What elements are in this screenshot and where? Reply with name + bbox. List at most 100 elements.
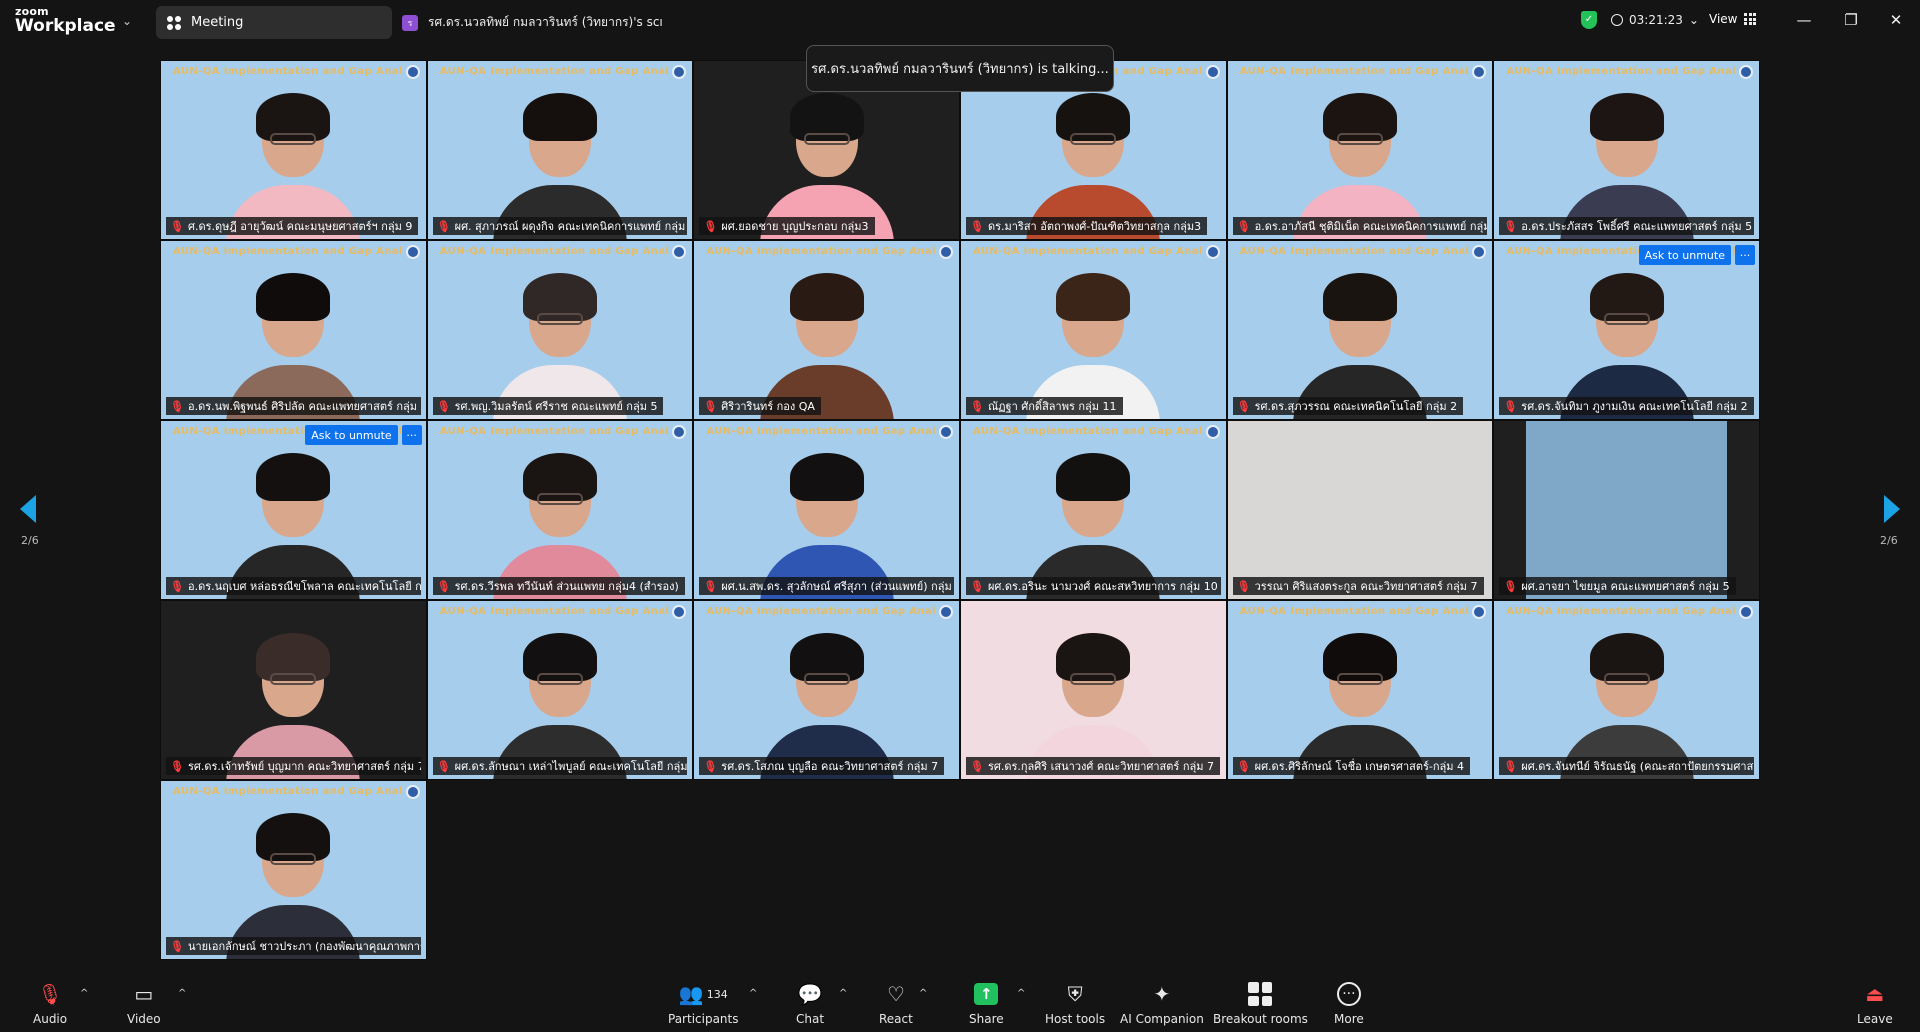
participant-name: รศ.ดร.สุภวรรณ คณะเทคนิคโนโลยี กลุ่ม 2	[1254, 400, 1458, 413]
audio-options-caret-icon[interactable]: ^	[80, 988, 88, 999]
tab-shared-screen[interactable]: ร รศ.ดร.นวลทิพย์ กมลวารินทร์ (วิทยากร)'s…	[402, 6, 663, 39]
participant-video-tile[interactable]: AUN-QA Implementation and Gap Analysis 🎙…	[693, 420, 960, 600]
muted-mic-icon: 🎙	[969, 399, 984, 413]
participant-video-tile[interactable]: 🎙 วรรณา ศิริแสงตระกูล คณะวิทยาศาสตร์ กลุ…	[1226, 420, 1494, 600]
university-logo-icon	[1472, 65, 1487, 79]
prev-page-arrow-icon[interactable]	[20, 495, 36, 523]
grid-view-icon	[1744, 13, 1757, 25]
participant-video-tile[interactable]: AUN-QA Implementation and Gap Analysis 🎙…	[959, 420, 1227, 600]
participant-video-tile[interactable]: AUN-QA Implementation and Gap Analysis A…	[160, 420, 427, 600]
meeting-tab-label: Meeting	[191, 15, 244, 30]
ask-to-unmute-button[interactable]: Ask to unmute	[1638, 245, 1731, 265]
muted-mic-icon: 🎙	[703, 399, 718, 413]
university-logo-icon	[405, 65, 420, 79]
university-logo-icon	[672, 425, 687, 439]
microphone-muted-icon: 🎙	[37, 982, 63, 1006]
muted-mic-icon: 🎙	[969, 219, 984, 233]
more-dots-icon: ···	[1336, 982, 1361, 1006]
more-button[interactable]: ··· More	[1334, 982, 1364, 1026]
muted-mic-icon: 🎙	[436, 579, 451, 593]
share-screen-icon: ↑	[974, 983, 999, 1005]
view-label: View	[1709, 12, 1738, 26]
breakout-rooms-label: Breakout rooms	[1213, 1012, 1308, 1026]
clock-icon	[1611, 14, 1623, 26]
chat-caret-icon[interactable]: ^	[839, 988, 847, 999]
participants-caret-icon[interactable]: ^	[749, 988, 757, 999]
participant-video-tile[interactable]: AUN-QA Implementation and Gap Analysis 🎙…	[160, 780, 427, 960]
host-tools-label: Host tools	[1045, 1012, 1106, 1026]
restore-icon[interactable]: ❐	[1837, 9, 1865, 31]
university-logo-icon	[1205, 425, 1220, 439]
participant-name: รศ.ดร.วีรพล ทวีนันท์ ส่วนแพทย กลุ่ม4 (สำ…	[454, 580, 679, 593]
participant-video-tile[interactable]: AUN-QA Implementation and Gap Analysis 🎙…	[693, 600, 960, 780]
chat-bubble-icon: 💬	[797, 982, 823, 1006]
leave-button[interactable]: ⏏ Leave	[1857, 982, 1893, 1026]
participant-video-tile[interactable]: AUN-QA Implementation and Gap Analysis 🎙…	[959, 240, 1227, 420]
chevron-down-icon[interactable]: ⌄	[122, 14, 132, 28]
participant-name: อ.ดร.อาภัสนี ชุติมิเน็ด คณะเทคนิคการแพทย…	[1254, 220, 1488, 233]
tab-meeting[interactable]: Meeting	[156, 6, 392, 39]
participant-video-tile[interactable]: AUN-QA Implementation and Gap Analysis 🎙…	[1226, 600, 1494, 780]
participant-video-tile[interactable]: AUN-QA Implementation and Gap Analysis 🎙…	[160, 60, 427, 240]
participant-video-tile[interactable]: 🎙 รศ.ดร.เจ้าทรัพย์ บุญมาก คณะวิทยาศาสตร์…	[160, 600, 427, 780]
muted-mic-icon: 🎙	[1503, 219, 1518, 233]
tile-more-options-icon[interactable]: ···	[1734, 245, 1755, 265]
timer-value: 03:21:23	[1629, 13, 1683, 27]
muted-mic-icon: 🎙	[1503, 759, 1518, 773]
participants-button[interactable]: 👥 134 Participants	[668, 982, 739, 1026]
next-page-arrow-icon[interactable]	[1884, 495, 1900, 523]
react-caret-icon[interactable]: ^	[919, 988, 927, 999]
audio-label: Audio	[33, 1012, 68, 1026]
ask-to-unmute-button[interactable]: Ask to unmute	[305, 425, 398, 445]
participant-video-tile[interactable]: AUN-QA Implementation and Gap Analysis 🎙…	[426, 600, 694, 780]
participant-nameplate: 🎙 ผศ.ยอดชาย บุญประกอบ กลุ่ม3	[699, 217, 875, 235]
participant-video-tile[interactable]: AUN-QA Implementation and Gap Analysis 🎙…	[693, 240, 960, 420]
participant-video-tile[interactable]: AUN-QA Implementation and Gap Analysis 🎙…	[426, 60, 694, 240]
university-logo-icon	[405, 785, 420, 799]
video-options-caret-icon[interactable]: ^	[178, 988, 186, 999]
more-icon-wrap: ···	[1336, 982, 1361, 1006]
host-tools-button[interactable]: ⛨ Host tools	[1045, 982, 1105, 1026]
participant-nameplate: 🎙 วรรณา ศิริแสงตระกูล คณะวิทยาศาสตร์ กลุ…	[1232, 577, 1484, 595]
participant-name: นายเอกลักษณ์ ชาวประภา (กองพัฒนาคุณภาพการ…	[187, 940, 421, 953]
breakout-grid-icon	[1248, 982, 1273, 1006]
participant-video-tile[interactable]: 🎙 รศ.ดร.กุลศิริ เสนาวงศ์ คณะวิทยาศาสตร์ …	[959, 600, 1227, 780]
participant-nameplate: 🎙 ผศ.ดร.ศิริลักษณ์ โจชื่อ เกษตรศาสตร์-กล…	[1232, 757, 1471, 775]
tile-banner-text: AUN-QA Implementation and Gap Analysis	[1239, 246, 1469, 257]
participant-video-tile[interactable]: 🎙 ผศ.อาจยา ไขยมูล คณะแพทยศาสตร์ กลุ่ม 5	[1493, 420, 1760, 600]
ai-companion-button[interactable]: ✦ AI Companion	[1120, 982, 1204, 1026]
participant-video-tile[interactable]: AUN-QA Implementation and Gap Analysis 🎙…	[426, 420, 694, 600]
muted-mic-icon: 🎙	[969, 759, 984, 773]
tile-banner-text: AUN-QA Implementation and Gap Analysis	[439, 426, 669, 437]
encryption-shield-icon[interactable]: ✓	[1581, 11, 1597, 29]
muted-mic-icon: 🎙	[1503, 579, 1518, 593]
top-bar: zoom Workplace ⌄ Meeting ร รศ.ดร.นวลทิพย…	[0, 0, 1920, 44]
muted-mic-icon: 🎙	[436, 219, 451, 233]
share-avatar-icon: ร	[402, 14, 418, 31]
participant-video-tile[interactable]: AUN-QA Implementation and Gap Analysis 🎙…	[426, 240, 694, 420]
participant-nameplate: 🎙 ผศ.ดร.อรินะ นามวงศ์ คณะสหวิทยาการ กลุ่…	[965, 577, 1221, 595]
muted-mic-icon: 🎙	[170, 939, 184, 953]
react-button[interactable]: ♡ React	[879, 982, 913, 1026]
meeting-timer[interactable]: 03:21:23 ⌄	[1611, 13, 1699, 27]
share-button[interactable]: ↑ Share	[969, 982, 1004, 1026]
share-caret-icon[interactable]: ^	[1017, 988, 1025, 999]
view-button[interactable]: View	[1709, 12, 1757, 26]
video-button[interactable]: ▭ Video	[127, 982, 161, 1026]
minimize-icon[interactable]: —	[1790, 9, 1818, 31]
muted-mic-icon: 🎙	[703, 219, 718, 233]
participant-video-tile[interactable]: AUN-QA Implementation and Gap Analysis 🎙…	[1226, 60, 1494, 240]
tile-more-options-icon[interactable]: ···	[401, 425, 422, 445]
audio-button[interactable]: 🎙 Audio	[33, 982, 67, 1026]
participant-video-tile[interactable]: AUN-QA Implementation and Gap Analysis 🎙…	[1493, 600, 1760, 780]
chat-button[interactable]: 💬 Chat	[796, 982, 824, 1026]
participant-video-tile[interactable]: AUN-QA Implementation and Gap Analysis A…	[1493, 240, 1760, 420]
participant-nameplate: 🎙 ผศ.อาจยา ไขยมูล คณะแพทยศาสตร์ กลุ่ม 5	[1499, 577, 1736, 595]
shield-icon: ⛨	[1067, 982, 1083, 1006]
participant-video-tile[interactable]: AUN-QA Implementation and Gap Analysis 🎙…	[1226, 240, 1494, 420]
participant-video-tile[interactable]: AUN-QA Implementation and Gap Analysis 🎙…	[160, 240, 427, 420]
participant-video-tile[interactable]: AUN-QA Implementation and Gap Analysis 🎙…	[1493, 60, 1760, 240]
close-icon[interactable]: ✕	[1882, 9, 1910, 31]
participant-nameplate: 🎙 ศ.ดร.ดุษฎี อายุวัฒน์ คณะมนุษยศาสตร์ฯ ก…	[166, 217, 419, 235]
breakout-rooms-button[interactable]: Breakout rooms	[1213, 982, 1308, 1026]
